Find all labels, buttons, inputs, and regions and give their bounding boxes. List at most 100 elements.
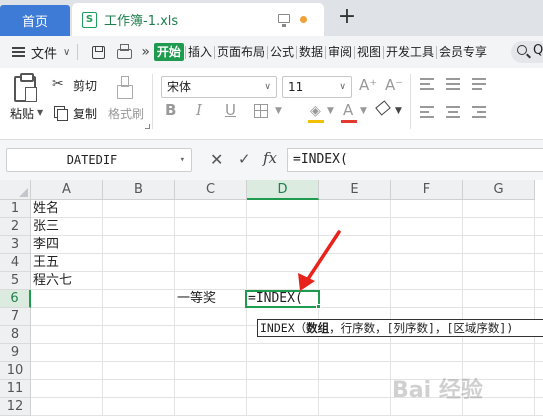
fill-handle[interactable]: [316, 304, 321, 309]
align-right-icon[interactable]: [472, 106, 486, 118]
fill-color-swatch: [308, 120, 324, 123]
scissors-icon[interactable]: ✂: [52, 76, 64, 92]
hamburger-menu-icon[interactable]: [12, 47, 25, 57]
ribbon-tab[interactable]: 页面布局: [216, 43, 266, 61]
font-name-select[interactable]: 宋体 ∨: [161, 76, 277, 98]
decrease-font-icon[interactable]: A⁻: [385, 76, 403, 94]
row-header[interactable]: 1: [0, 200, 31, 218]
active-cell-d6[interactable]: =INDEX(: [245, 290, 320, 308]
confirm-check-icon[interactable]: ✓: [238, 150, 251, 168]
format-painter-icon[interactable]: [117, 76, 133, 99]
watermark: Bai 经验: [392, 378, 483, 403]
chevron-down-icon[interactable]: ▼: [395, 106, 402, 116]
tooltip-paren: （: [294, 321, 307, 335]
row-header[interactable]: 6: [0, 290, 31, 308]
cell-a4[interactable]: 王五: [33, 255, 59, 271]
grid-line: [534, 200, 535, 416]
column-header[interactable]: A: [31, 180, 103, 200]
tab-divider: [325, 45, 326, 59]
ribbon-tab[interactable]: 数据: [298, 43, 324, 61]
ribbon-tab[interactable]: 会员专享: [438, 43, 488, 61]
column-header[interactable]: F: [391, 180, 463, 200]
chevron-down-icon[interactable]: ▼: [275, 106, 282, 116]
save-button[interactable]: [90, 44, 106, 60]
cut-button[interactable]: 剪切: [73, 77, 97, 94]
paste-button-label[interactable]: 粘贴: [10, 105, 34, 122]
formula-input[interactable]: =INDEX(: [287, 148, 543, 172]
borders-icon[interactable]: [254, 104, 268, 118]
font-color-icon[interactable]: A: [343, 101, 353, 119]
cell-a2[interactable]: 张三: [33, 219, 59, 235]
align-center-icon[interactable]: [446, 106, 460, 118]
column-header[interactable]: B: [103, 180, 175, 200]
cell-a1[interactable]: 姓名: [33, 201, 59, 217]
italic-button[interactable]: I: [196, 101, 202, 119]
ribbon-tab[interactable]: 公式: [269, 43, 295, 61]
column-header[interactable]: G: [463, 180, 535, 200]
chevron-down-icon[interactable]: ▾: [180, 149, 185, 171]
row-header[interactable]: 5: [0, 272, 31, 290]
font-size-select[interactable]: 11 ∨: [282, 76, 352, 98]
cell-a3[interactable]: 李四: [33, 237, 59, 253]
row-header[interactable]: 11: [0, 380, 31, 398]
align-middle-icon[interactable]: [446, 78, 460, 90]
column-header[interactable]: C: [175, 180, 247, 200]
more-double-chevron-icon[interactable]: »: [141, 44, 150, 60]
grid-line: [246, 200, 247, 416]
search-button[interactable]: Q: [511, 41, 543, 63]
grid-line: [31, 253, 543, 254]
clipboard-paste-icon[interactable]: [14, 73, 37, 102]
divider: [152, 74, 153, 129]
copy-button[interactable]: 复制: [73, 105, 97, 122]
cell-a5[interactable]: 程六七: [33, 273, 72, 289]
ribbon-tab[interactable]: 插入: [187, 43, 213, 61]
eraser-icon[interactable]: [375, 100, 391, 116]
underline-button[interactable]: U: [225, 101, 236, 119]
increase-font-icon[interactable]: A⁺: [359, 76, 377, 94]
dialog-launcher-icon[interactable]: [145, 124, 150, 129]
row-header[interactable]: 4: [0, 254, 31, 272]
row-header[interactable]: 7: [0, 308, 31, 326]
column-header[interactable]: E: [319, 180, 391, 200]
fill-color-icon[interactable]: ◈: [310, 103, 321, 119]
align-left-icon[interactable]: [420, 106, 434, 118]
copy-icon[interactable]: [54, 106, 68, 121]
search-icon: [517, 45, 527, 55]
insert-function-icon[interactable]: fx: [263, 149, 277, 167]
bold-button[interactable]: B: [165, 101, 176, 119]
ribbon-tab[interactable]: 审阅: [327, 43, 353, 61]
row-header[interactable]: 10: [0, 362, 31, 380]
row-header[interactable]: 3: [0, 236, 31, 254]
chevron-down-icon[interactable]: ▼: [327, 106, 334, 116]
chevron-down-icon[interactable]: ▼: [360, 106, 367, 116]
row-header[interactable]: 8: [0, 326, 31, 344]
name-box[interactable]: DATEDIF ▾: [6, 148, 192, 172]
new-tab-plus-icon[interactable]: +: [336, 6, 358, 28]
chevron-down-icon[interactable]: ▼: [37, 108, 43, 117]
cell-c6[interactable]: 一等奖: [177, 291, 216, 307]
row-header[interactable]: 12: [0, 398, 31, 416]
tab-home[interactable]: 首页: [0, 5, 70, 36]
align-top-icon[interactable]: [420, 78, 434, 90]
divider: [77, 44, 79, 60]
monitor-icon[interactable]: [278, 14, 290, 27]
row-header[interactable]: 2: [0, 218, 31, 236]
column-header[interactable]: D: [247, 180, 319, 200]
ribbon-tab[interactable]: 开始: [153, 43, 184, 61]
tab-strip: 首页 S 工作簿-1.xls +: [0, 0, 543, 36]
formula-bar: DATEDIF ▾ ✕ ✓ fx =INDEX(: [0, 140, 543, 180]
ribbon-tab[interactable]: 视图: [356, 43, 382, 61]
grid-line: [31, 235, 543, 236]
format-painter-button[interactable]: 格式刷: [108, 105, 144, 122]
tooltip-remaining-arguments: ，行序数，[列序数]，[区域序数]): [329, 321, 514, 335]
file-menu[interactable]: 文件: [31, 43, 57, 62]
print-button[interactable]: [116, 43, 132, 60]
row-header[interactable]: 9: [0, 344, 31, 362]
chevron-down-icon[interactable]: ∨: [63, 47, 70, 58]
align-bottom-icon[interactable]: [472, 78, 486, 90]
divider: [410, 74, 411, 129]
ribbon-tab[interactable]: 开发工具: [385, 43, 435, 61]
cancel-icon[interactable]: ✕: [210, 150, 223, 169]
select-all-corner[interactable]: [0, 180, 31, 200]
tab-document[interactable]: S 工作簿-1.xls: [72, 3, 324, 36]
